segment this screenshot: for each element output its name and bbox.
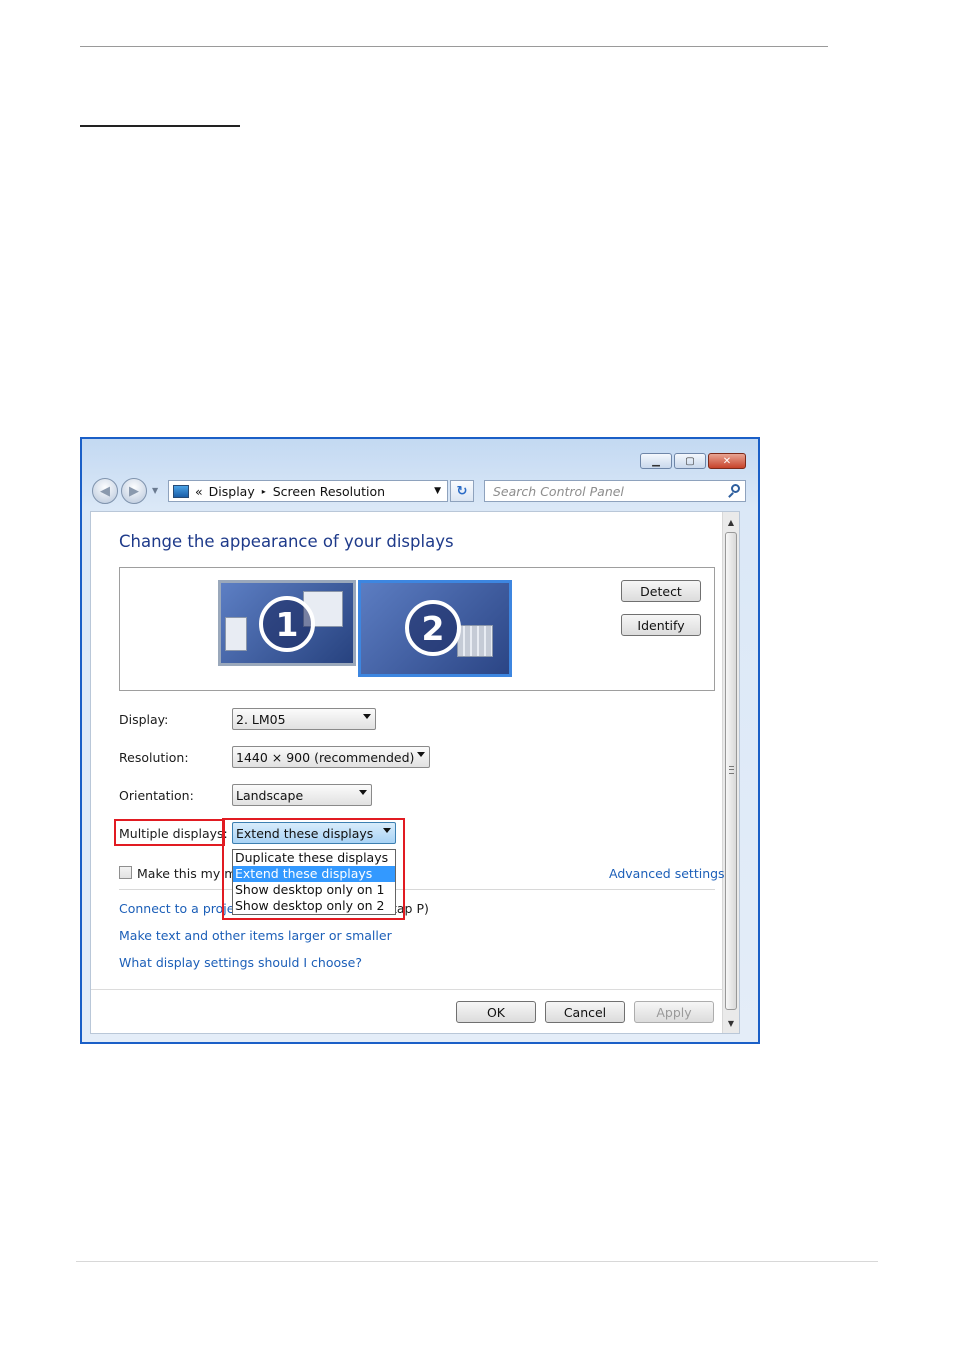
address-chevrons[interactable]: «: [195, 484, 203, 499]
scroll-thumb[interactable]: [725, 532, 737, 1010]
monitor-number-2: 2: [405, 600, 461, 656]
calculator-thumbnail-icon: [457, 625, 493, 657]
dropdown-arrow-icon: [363, 714, 371, 719]
orientation-select[interactable]: Landscape: [232, 784, 372, 806]
dropdown-highlight-box: [222, 818, 405, 920]
divider: [119, 889, 715, 890]
apply-button[interactable]: Apply: [634, 1001, 714, 1023]
orientation-label: Orientation:: [119, 788, 194, 803]
page-header-rule: [80, 46, 828, 47]
grip-icon: [729, 766, 734, 774]
recent-pages-dropdown-icon[interactable]: ▼: [152, 486, 158, 495]
search-icon[interactable]: [731, 484, 740, 493]
address-dropdown-icon[interactable]: ▼: [434, 486, 441, 496]
search-input[interactable]: Search Control Panel: [484, 480, 746, 502]
display-select[interactable]: 2. LM05: [232, 708, 376, 730]
display-select-value: 2. LM05: [236, 711, 286, 727]
display-help-link[interactable]: What display settings should I choose?: [119, 955, 362, 970]
page-title: Change the appearance of your displays: [119, 532, 454, 551]
page-footer-rule: [76, 1261, 878, 1262]
orientation-select-value: Landscape: [236, 787, 304, 803]
monitor-number-1: 1: [259, 596, 315, 652]
back-button[interactable]: ◀: [92, 478, 118, 504]
search-placeholder: Search Control Panel: [493, 483, 624, 499]
detect-button[interactable]: Detect: [621, 580, 701, 602]
footer-divider: [91, 989, 723, 990]
window-thumbnail-icon: [225, 617, 247, 651]
identify-button[interactable]: Identify: [621, 614, 701, 636]
close-button[interactable]: ✕: [708, 453, 746, 469]
resolution-select[interactable]: 1440 × 900 (recommended): [232, 746, 430, 768]
cancel-button[interactable]: Cancel: [545, 1001, 625, 1023]
refresh-icon: ↻: [456, 483, 468, 499]
dropdown-arrow-icon: [417, 752, 425, 757]
dropdown-arrow-icon: [359, 790, 367, 795]
text-size-link[interactable]: Make text and other items larger or smal…: [119, 928, 392, 943]
content-pane: ▲ ▼ Change the appearance of your displa…: [90, 511, 740, 1034]
window-controls: ▁ ▢ ✕: [640, 453, 746, 469]
main-display-checkbox[interactable]: [119, 866, 132, 879]
resolution-label: Resolution:: [119, 750, 189, 765]
minimize-button[interactable]: ▁: [640, 453, 672, 469]
scroll-down-icon[interactable]: ▼: [723, 1015, 739, 1031]
ok-button[interactable]: OK: [456, 1001, 536, 1023]
monitor-2[interactable]: 2: [358, 580, 512, 677]
advanced-settings-link[interactable]: Advanced settings: [609, 866, 725, 881]
forward-arrow-icon: ▶: [129, 483, 139, 499]
breadcrumb-display[interactable]: Display: [209, 484, 255, 499]
control-panel-icon: [173, 484, 189, 498]
vertical-scrollbar[interactable]: ▲ ▼: [722, 512, 739, 1033]
back-arrow-icon: ◀: [100, 483, 110, 499]
section-title-underline: [80, 125, 240, 127]
resolution-select-value: 1440 × 900 (recommended): [236, 749, 415, 765]
breadcrumb-separator-icon[interactable]: ▸: [262, 487, 266, 496]
forward-button[interactable]: ▶: [121, 478, 147, 504]
maximize-button[interactable]: ▢: [674, 453, 706, 469]
scroll-up-icon[interactable]: ▲: [723, 514, 739, 530]
refresh-button[interactable]: ↻: [450, 480, 474, 502]
screen-resolution-window: ▁ ▢ ✕ ◀ ▶ ▼ « Display ▸ Screen Resolutio…: [80, 437, 760, 1044]
navigation-bar: ◀ ▶ ▼ « Display ▸ Screen Resolution ▼ ↻ …: [92, 478, 746, 506]
display-label: Display:: [119, 712, 169, 727]
breadcrumb-screen-resolution[interactable]: Screen Resolution: [273, 484, 385, 499]
monitor-arrangement-panel: 1 2 Detect Identify: [119, 567, 715, 691]
address-bar[interactable]: « Display ▸ Screen Resolution ▼: [168, 480, 448, 502]
monitor-1[interactable]: 1: [218, 580, 356, 666]
label-highlight-box: [114, 819, 225, 846]
